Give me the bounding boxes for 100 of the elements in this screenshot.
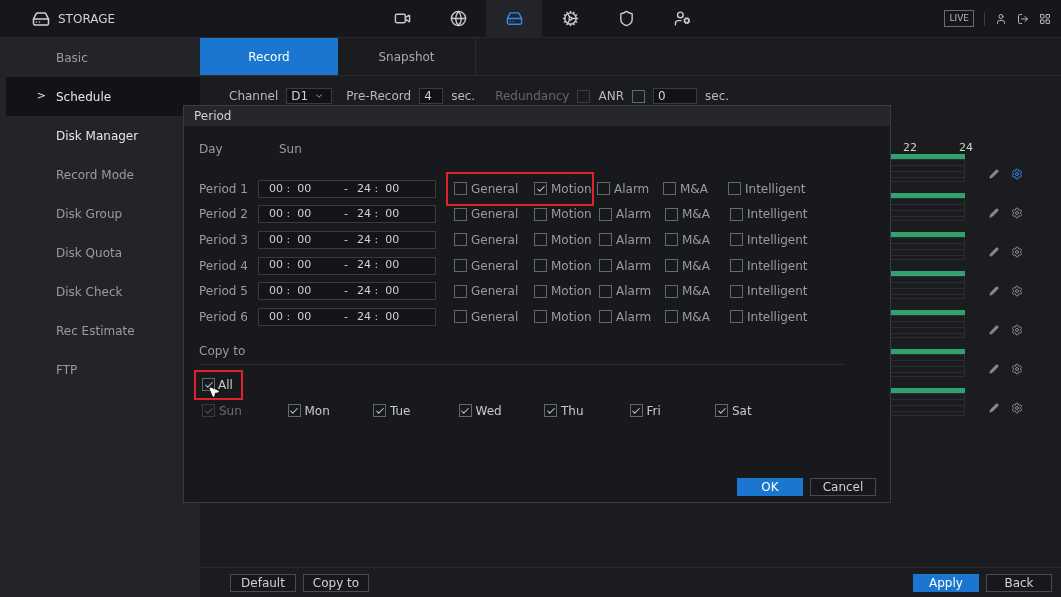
checkbox[interactable] [665, 259, 678, 273]
pencil-icon[interactable] [989, 207, 999, 218]
checkbox[interactable] [534, 182, 547, 196]
button[interactable]: Cancel [810, 478, 876, 496]
settings-icon[interactable] [1011, 206, 1023, 219]
checkbox[interactable] [665, 207, 678, 221]
button[interactable]: Default [230, 573, 296, 592]
time-range-field[interactable]: 00 : 00 - 24 : 00 [258, 179, 436, 198]
settings-icon[interactable] [1011, 245, 1023, 258]
all-label: All [218, 376, 233, 394]
option-label: Motion [551, 206, 592, 224]
globe-icon [449, 10, 467, 27]
checkbox[interactable] [373, 404, 386, 418]
time-range-field[interactable]: 00 : 00 - 24 : 00 [258, 307, 436, 326]
schedule-bar[interactable] [891, 310, 965, 338]
checkbox[interactable] [454, 310, 467, 324]
live-button[interactable]: LIVE [944, 9, 974, 28]
checkbox[interactable] [728, 182, 741, 196]
user-icon[interactable] [995, 12, 1007, 25]
checkbox[interactable] [599, 259, 612, 273]
checkbox[interactable] [663, 182, 676, 196]
tab[interactable]: Record [200, 38, 338, 75]
checkbox[interactable] [715, 404, 728, 418]
schedule-bar[interactable] [891, 193, 965, 221]
checkbox[interactable] [458, 404, 472, 418]
checkbox[interactable] [665, 310, 678, 324]
schedule-bar[interactable] [891, 271, 965, 299]
anr-field[interactable]: 0 [653, 88, 697, 104]
checkbox[interactable] [665, 233, 678, 247]
checkbox[interactable] [534, 207, 547, 221]
option-label: M&A [682, 232, 710, 249]
prerecord-field[interactable]: 4 [419, 88, 444, 104]
checkbox[interactable] [599, 310, 612, 324]
logout-icon[interactable] [1017, 12, 1029, 25]
checkbox[interactable] [730, 259, 743, 273]
schedule-bar[interactable] [891, 232, 965, 260]
tab[interactable]: Snapshot [338, 38, 476, 75]
period-label: Period 4 [199, 257, 249, 275]
pencil-icon[interactable] [989, 168, 999, 179]
checkbox[interactable] [730, 284, 743, 298]
channel-dropdown[interactable]: D1 [286, 88, 333, 104]
checkbox[interactable] [597, 182, 610, 196]
option-label: Intelligent [745, 180, 806, 198]
checkbox[interactable] [534, 259, 547, 273]
checkbox[interactable] [454, 259, 467, 273]
schedule-bar[interactable] [891, 349, 965, 377]
checkbox[interactable] [287, 404, 301, 418]
time-range-field[interactable]: 00 : 00 - 24 : 00 [258, 256, 436, 275]
check-icon [374, 405, 385, 416]
settings-icon[interactable] [1011, 362, 1023, 375]
checkbox[interactable] [454, 207, 467, 221]
check-icon [460, 405, 470, 416]
hard-drive-icon [505, 10, 523, 27]
day-option-label: Sun [219, 402, 242, 420]
checkbox[interactable] [454, 284, 467, 298]
pencil-icon[interactable] [989, 285, 999, 296]
time-range-field[interactable]: 00 : 00 - 24 : 00 [258, 282, 436, 301]
checkbox[interactable] [544, 404, 557, 418]
storage-icon [32, 9, 50, 28]
checkbox[interactable] [454, 233, 467, 247]
checkbox[interactable] [599, 233, 612, 247]
pencil-icon[interactable] [989, 324, 999, 335]
unit-label: sec. [451, 88, 476, 105]
checkbox[interactable] [629, 404, 643, 418]
redundancy-label: Redundancy [495, 88, 570, 105]
checkbox[interactable] [730, 207, 743, 221]
user-gear-icon [673, 10, 691, 27]
anr-label: ANR [598, 88, 624, 105]
settings-icon[interactable] [1011, 284, 1023, 297]
settings-icon[interactable] [1011, 167, 1023, 180]
period-label: Period 1 [199, 180, 249, 198]
button[interactable]: OK [737, 478, 803, 496]
settings-icon[interactable] [1011, 401, 1023, 414]
checkbox[interactable] [454, 182, 467, 196]
time-range-field[interactable]: 00 : 00 - 24 : 00 [258, 205, 436, 224]
checkbox[interactable] [665, 284, 678, 298]
pencil-icon[interactable] [989, 246, 999, 257]
schedule-bar[interactable] [891, 154, 965, 182]
checkbox[interactable] [534, 310, 547, 324]
settings-icon[interactable] [1011, 323, 1023, 336]
checkbox[interactable] [730, 310, 743, 324]
checkbox[interactable] [534, 233, 547, 247]
checkbox[interactable] [730, 233, 743, 247]
checkbox[interactable] [599, 207, 612, 221]
checkbox[interactable] [599, 284, 612, 298]
option-label: General [471, 308, 519, 326]
time-range-field[interactable]: 00 : 00 - 24 : 00 [258, 231, 436, 249]
day-option-label: Thu [561, 402, 584, 420]
pencil-icon[interactable] [989, 363, 999, 374]
button[interactable]: Back [986, 573, 1052, 592]
button[interactable]: Apply [913, 573, 979, 592]
button[interactable]: Copy to [303, 573, 369, 592]
checkbox[interactable] [632, 89, 645, 103]
schedule-bar[interactable] [891, 388, 965, 416]
pencil-icon[interactable] [989, 402, 999, 413]
checkbox[interactable] [202, 378, 215, 392]
grid-icon[interactable] [1039, 12, 1051, 25]
sidebar-item[interactable]: Basic [6, 38, 200, 77]
check-icon [535, 183, 546, 194]
checkbox[interactable] [534, 284, 547, 298]
